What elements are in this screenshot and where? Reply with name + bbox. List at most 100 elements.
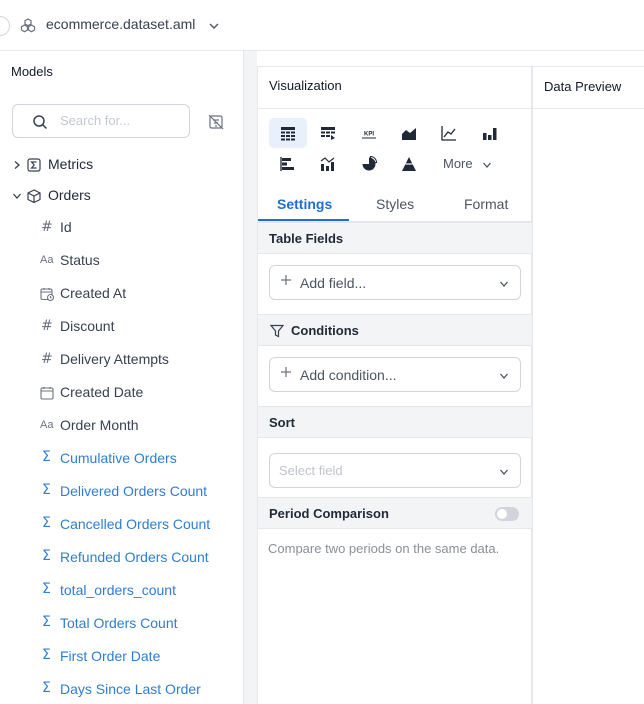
collapse-handle[interactable] — [0, 16, 10, 36]
viz-type-bar[interactable] — [471, 118, 509, 148]
add-field-select[interactable]: Add field... — [269, 265, 521, 300]
filter-off-icon[interactable] — [208, 114, 224, 130]
field-status[interactable]: Aa Status — [0, 248, 242, 274]
viz-type-kpi[interactable]: KPI — [350, 118, 388, 148]
models-sidebar — [0, 51, 244, 704]
chevron-down-icon — [500, 469, 508, 475]
field-label: Total Orders Count — [60, 615, 178, 631]
field-label: Id — [60, 219, 72, 235]
tree-group-metrics[interactable]: Metrics — [0, 152, 242, 178]
field-refunded-orders-count[interactable]: Σ Refunded Orders Count — [0, 545, 242, 571]
metrics-icon — [27, 158, 41, 172]
select-label: Add condition... — [300, 367, 397, 383]
section-title: Table Fields — [269, 231, 344, 246]
toggle-knob — [497, 509, 507, 519]
pyramid-icon — [402, 157, 416, 171]
tab-format[interactable]: Format — [464, 196, 508, 212]
field-id[interactable]: # Id — [0, 215, 242, 241]
field-label: Cancelled Orders Count — [60, 516, 211, 532]
sigma-icon: Σ — [42, 680, 51, 696]
sigma-icon: Σ — [42, 548, 51, 564]
section-title: Conditions — [291, 323, 359, 338]
viz-type-horizontal-bar[interactable] — [269, 149, 307, 179]
period-comparison-toggle[interactable] — [495, 507, 519, 521]
section-conditions: Conditions — [258, 314, 532, 346]
tab-settings[interactable]: Settings — [277, 196, 332, 212]
section-sort: Sort — [258, 406, 532, 438]
sigma-icon: Σ — [42, 581, 51, 597]
field-discount[interactable]: # Discount — [0, 314, 242, 340]
cube-icon — [27, 189, 41, 203]
dataset-title[interactable]: ecommerce.dataset.aml — [46, 16, 195, 32]
viz-type-combo[interactable] — [309, 149, 347, 179]
add-condition-select[interactable]: Add condition... — [269, 357, 521, 392]
search-box[interactable] — [12, 104, 190, 138]
chevron-down-icon — [500, 281, 508, 287]
field-total-orders-count[interactable]: Σ Total Orders Count — [0, 611, 242, 637]
chevron-down-icon[interactable] — [482, 160, 492, 170]
text-type-icon: Aa — [40, 419, 54, 431]
chevron-right-icon[interactable] — [12, 160, 22, 170]
field-label: Order Month — [60, 417, 139, 433]
tab-styles[interactable]: Styles — [376, 196, 414, 212]
number-icon: # — [41, 219, 53, 235]
field-label: Created Date — [60, 384, 144, 400]
chevron-down-icon[interactable] — [12, 191, 22, 201]
field-label: Cumulative Orders — [60, 450, 177, 466]
table-icon — [281, 127, 295, 141]
pie-chart-icon — [362, 156, 377, 171]
tree-group-label: Orders — [48, 187, 91, 203]
divider[interactable] — [532, 66, 533, 704]
field-created-date[interactable]: Created Date — [0, 380, 242, 406]
text-type-icon: Aa — [40, 254, 54, 266]
search-icon — [33, 115, 48, 130]
tree-group-orders[interactable]: Orders — [0, 183, 242, 209]
field-created-at[interactable]: Created At — [0, 281, 242, 307]
filter-icon — [270, 324, 284, 338]
period-comparison-description: Compare two periods on the same data. — [268, 541, 500, 556]
area-chart-icon — [402, 128, 416, 140]
number-icon: # — [41, 318, 53, 334]
plus-icon — [281, 275, 291, 285]
field-delivery-attempts[interactable]: # Delivery Attempts — [0, 347, 242, 373]
select-placeholder: Select field — [279, 463, 343, 478]
field-cumulative-orders[interactable]: Σ Cumulative Orders — [0, 446, 242, 472]
sigma-icon: Σ — [42, 647, 51, 663]
field-first-order-date[interactable]: Σ First Order Date — [0, 644, 242, 670]
field-label: Created At — [60, 285, 127, 301]
viz-type-pie[interactable] — [350, 149, 388, 179]
sort-field-select[interactable]: Select field — [269, 453, 521, 488]
pivot-table-icon — [321, 127, 335, 140]
sigma-icon: Σ — [42, 482, 51, 498]
field-order-month[interactable]: Aa Order Month — [0, 413, 242, 439]
plus-icon — [281, 367, 291, 377]
section-period-comparison: Period Comparison — [258, 497, 532, 529]
search-input[interactable] — [60, 113, 180, 128]
viz-type-table[interactable] — [269, 118, 307, 148]
line-chart-icon — [441, 126, 456, 141]
section-title: Sort — [269, 415, 295, 430]
panel-gutter — [244, 51, 257, 704]
divider — [532, 66, 644, 67]
field-label: Delivered Orders Count — [60, 483, 208, 499]
field-total-orders-count-raw[interactable]: Σ total_orders_count — [0, 578, 242, 604]
sigma-icon: Σ — [42, 449, 51, 465]
viz-type-pivot[interactable] — [309, 118, 347, 148]
visualization-title: Visualization — [269, 78, 342, 93]
bar-chart-icon — [483, 128, 497, 140]
field-days-since-last-order[interactable]: Σ Days Since Last Order — [0, 677, 242, 703]
horizontal-bar-icon — [280, 157, 294, 171]
viz-type-pyramid[interactable] — [390, 149, 428, 179]
more-viz-button[interactable]: More — [443, 156, 473, 171]
field-label: Refunded Orders Count — [60, 549, 209, 565]
viz-type-area[interactable] — [390, 118, 428, 148]
viz-type-line[interactable] — [430, 118, 468, 148]
field-label: Discount — [60, 318, 115, 334]
chevron-down-icon[interactable] — [208, 20, 220, 32]
field-cancelled-orders-count[interactable]: Σ Cancelled Orders Count — [0, 512, 242, 538]
sigma-icon: Σ — [42, 515, 51, 531]
field-delivered-orders-count[interactable]: Σ Delivered Orders Count — [0, 479, 242, 505]
top-bar: ecommerce.dataset.aml — [0, 0, 644, 51]
dataset-icon — [20, 18, 36, 33]
number-icon: # — [41, 351, 53, 367]
